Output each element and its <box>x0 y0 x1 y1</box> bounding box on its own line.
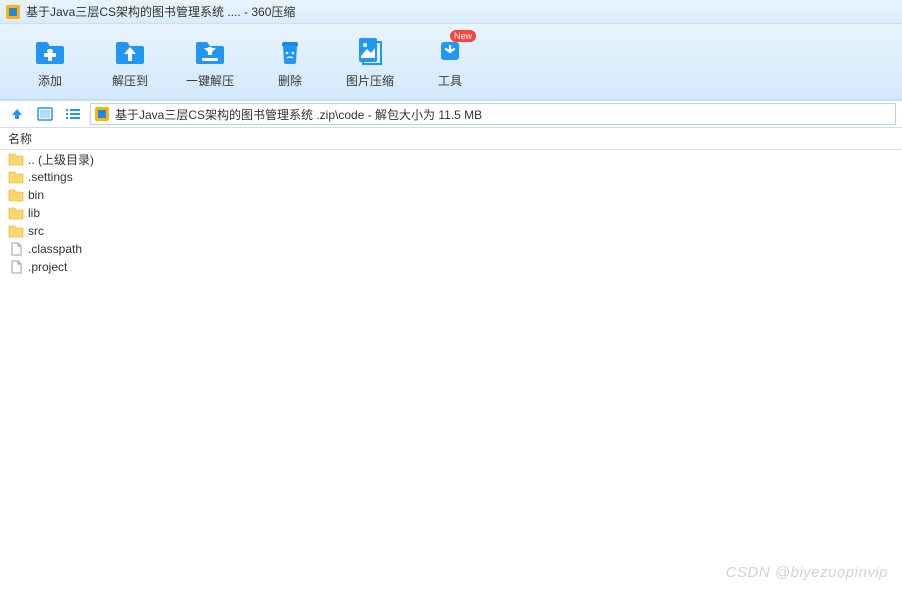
file-name: bin <box>28 188 44 202</box>
path-text: 基于Java三层CS架构的图书管理系统 .zip\code - 解包大小为 11… <box>115 106 482 123</box>
extract-to-button[interactable]: 解压到 <box>90 32 170 95</box>
toolbar-label: 一键解压 <box>186 72 234 89</box>
list-item[interactable]: lib <box>0 204 902 222</box>
one-click-extract-icon <box>192 36 228 66</box>
folder-icon <box>8 152 24 166</box>
toolbar-label: 删除 <box>278 72 302 89</box>
app-icon <box>6 5 20 19</box>
file-icon <box>8 260 24 274</box>
toolbar-label: 工具 <box>438 72 462 89</box>
column-header[interactable]: 名称 <box>0 128 902 150</box>
path-box[interactable]: 基于Java三层CS架构的图书管理系统 .zip\code - 解包大小为 11… <box>90 103 896 125</box>
list-item[interactable]: src <box>0 222 902 240</box>
file-list: .. (上级目录) .settings bin lib src .classpath .pr… <box>0 150 902 589</box>
window-title: 基于Java三层CS架构的图书管理系统 .... - 360压缩 <box>26 3 295 20</box>
file-name: .classpath <box>28 242 82 256</box>
file-name: .project <box>28 260 67 274</box>
list-item[interactable]: .settings <box>0 168 902 186</box>
folder-icon <box>8 206 24 220</box>
add-button[interactable]: 添加 <box>10 32 90 95</box>
folder-icon <box>8 170 24 184</box>
one-click-extract-button[interactable]: 一键解压 <box>170 32 250 95</box>
image-compress-icon <box>352 36 388 66</box>
list-item[interactable]: .classpath <box>0 240 902 258</box>
list-item[interactable]: .. (上级目录) <box>0 150 902 168</box>
nav-bar: 基于Java三层CS架构的图书管理系统 .zip\code - 解包大小为 11… <box>0 100 902 128</box>
add-icon <box>32 36 68 66</box>
title-bar: 基于Java三层CS架构的图书管理系统 .... - 360压缩 <box>0 0 902 24</box>
folder-icon <box>8 188 24 202</box>
list-item[interactable]: bin <box>0 186 902 204</box>
folder-icon <box>8 224 24 238</box>
file-name: lib <box>28 206 40 220</box>
file-icon <box>8 242 24 256</box>
view-list-icon[interactable] <box>62 103 84 125</box>
toolbar-label: 图片压缩 <box>346 72 394 89</box>
file-name: .settings <box>28 170 73 184</box>
file-name: .. (上级目录) <box>28 151 94 168</box>
new-badge: New <box>450 30 476 42</box>
toolbar-label: 解压到 <box>112 72 148 89</box>
image-compress-button[interactable]: 图片压缩 <box>330 32 410 95</box>
toolbar: 添加 解压到 一键解压 删除 图片压缩 New 工具 <box>0 24 902 100</box>
archive-icon <box>95 107 109 121</box>
list-item[interactable]: .project <box>0 258 902 276</box>
column-name: 名称 <box>8 130 32 147</box>
view-thumbnail-icon[interactable] <box>34 103 56 125</box>
toolbar-label: 添加 <box>38 72 62 89</box>
delete-icon <box>272 36 308 66</box>
tools-button[interactable]: New 工具 <box>410 32 490 95</box>
up-icon[interactable] <box>6 103 28 125</box>
extract-to-icon <box>112 36 148 66</box>
delete-button[interactable]: 删除 <box>250 32 330 95</box>
file-name: src <box>28 224 44 238</box>
